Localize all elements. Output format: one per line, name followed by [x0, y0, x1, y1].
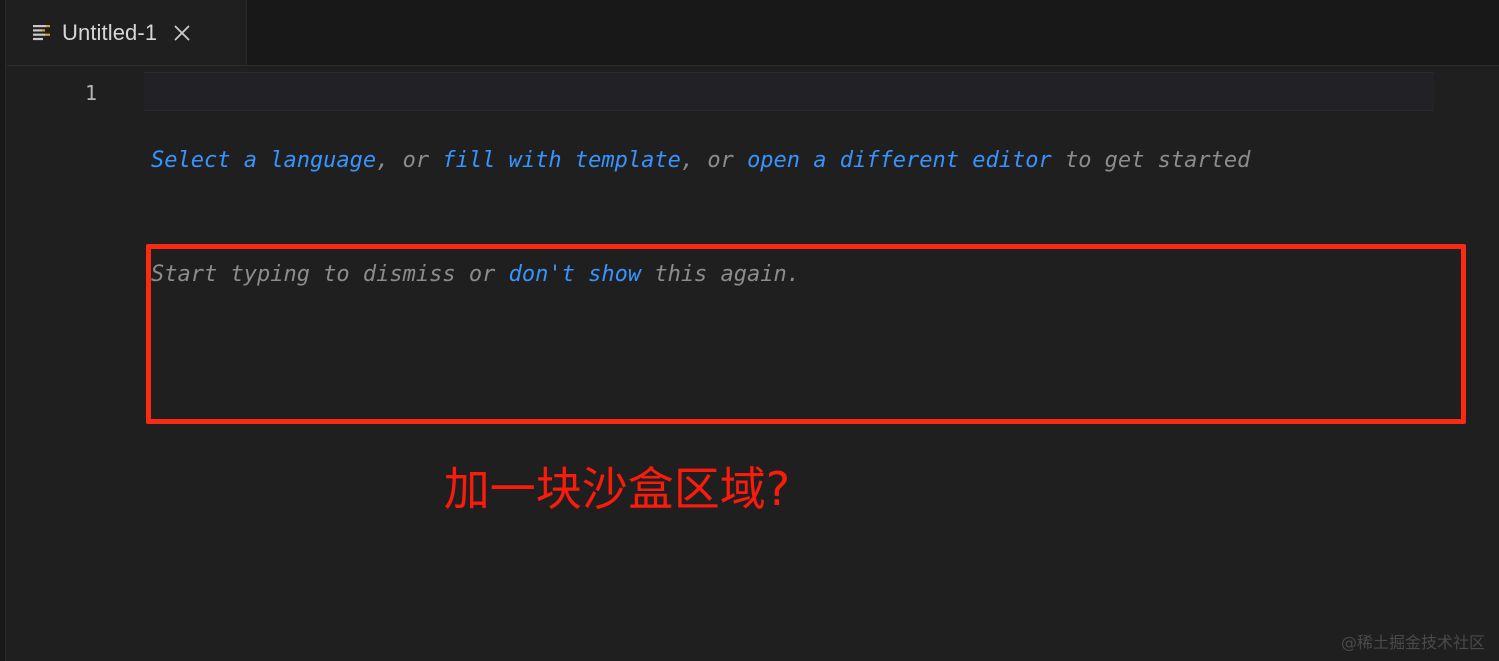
placeholder-line-1: Select a language, or fill with template…	[151, 142, 1491, 180]
editor-area[interactable]: 1 Select a language, or fill with templa…	[7, 66, 1499, 661]
activity-bar-strip	[0, 0, 6, 661]
annotation-red-box	[146, 244, 1466, 424]
line-number-1: 1	[84, 81, 97, 105]
tab-label: Untitled-1	[62, 19, 158, 45]
placeholder-text-to-get-started: to get started	[1051, 148, 1251, 173]
annotation-caption: 加一块沙盒区域?	[443, 462, 791, 516]
placeholder-text-or-2: , or	[680, 148, 748, 173]
vscode-window: Untitled-1 1 Select a language, or fill …	[0, 0, 1499, 661]
plain-text-file-icon	[33, 24, 52, 41]
placeholder-text-or-1: , or	[376, 148, 443, 173]
watermark: @稀土掘金技术社区	[1340, 633, 1485, 652]
placeholder-link-fill-with-template[interactable]: fill with template	[442, 148, 680, 173]
close-icon[interactable]	[169, 20, 195, 46]
tab-untitled-1[interactable]: Untitled-1	[7, 0, 247, 65]
placeholder-link-select-a-language[interactable]: Select a language	[151, 148, 376, 173]
editor-tab-bar: Untitled-1	[7, 0, 1499, 66]
placeholder-link-open-a-different-editor[interactable]: open a different editor	[747, 148, 1052, 173]
